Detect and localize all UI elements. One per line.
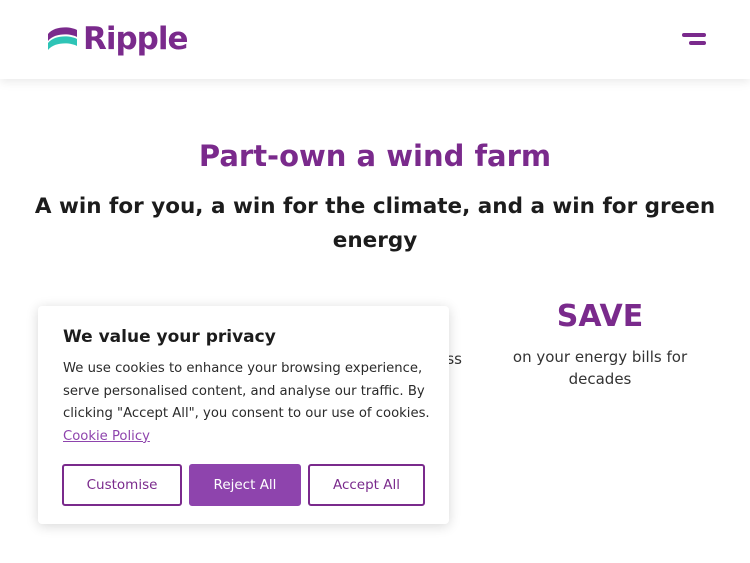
stat-save: SAVE on your energy bills for decades [495, 298, 705, 390]
cookie-banner-body: We use cookies to enhance your browsing … [63, 361, 430, 422]
menu-bar-bottom [689, 41, 706, 45]
site-header: Ripple [0, 0, 750, 79]
page-subtitle: A win for you, a win for the climate, an… [34, 194, 716, 253]
cookie-consent-banner: We value your privacy We use cookies to … [38, 306, 449, 524]
customise-button[interactable]: Customise [62, 464, 182, 506]
ripple-logo[interactable]: Ripple [44, 20, 189, 58]
ripple-logo-mark-icon [48, 27, 77, 50]
menu-bar-top [682, 33, 706, 37]
accept-all-button[interactable]: Accept All [308, 464, 425, 506]
stat-save-title: SAVE [556, 299, 644, 334]
page-title: Part-own a wind farm [198, 139, 552, 173]
stat-save-text: on your energy bills for decades [512, 348, 688, 388]
brand-name: Ripple [83, 21, 189, 57]
reject-all-button[interactable]: Reject All [189, 464, 301, 506]
cookie-banner-text: We use cookies to enhance your browsing … [63, 358, 433, 448]
hamburger-menu-icon[interactable] [680, 30, 708, 50]
cookie-banner-title: We value your privacy [63, 327, 276, 347]
cookie-policy-link[interactable]: Cookie Policy [63, 429, 150, 444]
